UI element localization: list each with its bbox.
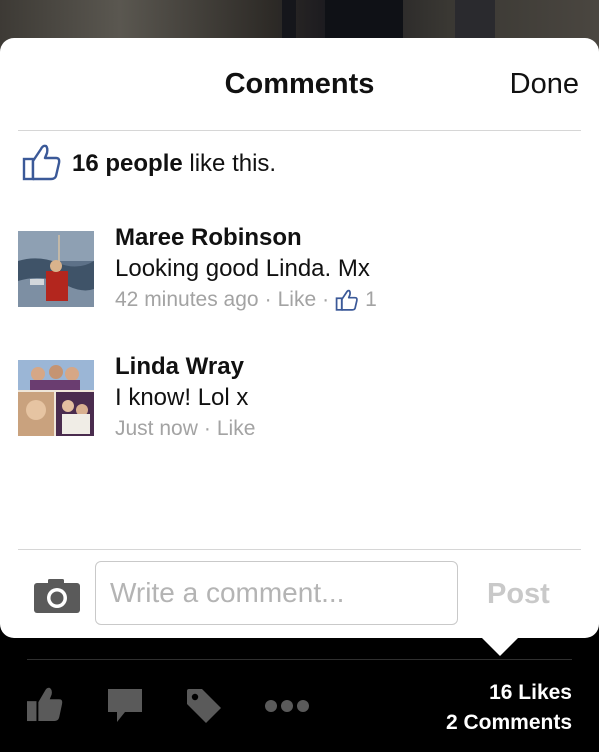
tag-icon[interactable] (186, 688, 222, 729)
like-link[interactable]: Like (217, 414, 256, 444)
more-icon[interactable] (264, 699, 310, 718)
comment-time: Just now (115, 417, 198, 440)
thumbs-up-icon (22, 143, 62, 186)
divider (18, 549, 581, 550)
camera-icon[interactable] (34, 579, 80, 618)
separator: · (264, 288, 272, 311)
comment-content: Linda Wray I know! Lol x Just now · Like (115, 352, 255, 444)
like-count: 1 (365, 288, 377, 311)
likes-text: 16 people like this. (72, 150, 277, 177)
likes-count[interactable]: 16 Likes (446, 678, 572, 708)
comment-icon[interactable] (107, 688, 143, 729)
comments-count[interactable]: 2 Comments (446, 708, 572, 738)
like-icon[interactable] (26, 686, 64, 727)
comment-author[interactable]: Linda Wray (115, 352, 255, 382)
comment-text: I know! Lol x (115, 384, 249, 411)
divider (18, 130, 581, 131)
thumbs-up-icon (335, 285, 359, 315)
post-button[interactable]: Post (487, 578, 550, 611)
comment-meta: 42 minutes ago · Like · 1 (115, 285, 377, 315)
comment-text: Looking good Linda. Mx (115, 255, 370, 282)
comment-content: Maree Robinson Looking good Linda. Mx 42… (115, 223, 377, 315)
like-link[interactable]: Like (278, 285, 317, 315)
divider (27, 659, 572, 660)
comment-meta: Just now · Like (115, 414, 255, 444)
post-stats[interactable]: 16 Likes 2 Comments (446, 678, 572, 738)
separator: · (322, 288, 330, 311)
comment-time: 42 minutes ago (115, 288, 259, 311)
done-button[interactable]: Done (510, 68, 579, 101)
popover-caret (480, 636, 520, 656)
avatar[interactable] (18, 360, 94, 436)
comment-author[interactable]: Maree Robinson (115, 223, 377, 253)
comment-input[interactable] (95, 561, 458, 625)
comments-popover: Comments Done 16 people like this. Maree… (0, 38, 599, 638)
separator: · (203, 417, 211, 440)
likes-summary[interactable]: 16 people like this. (22, 144, 276, 184)
comment-item: Maree Robinson Looking good Linda. Mx 42… (18, 224, 581, 312)
comment-item: Linda Wray I know! Lol x Just now · Like (18, 353, 581, 440)
avatar[interactable] (18, 231, 94, 307)
